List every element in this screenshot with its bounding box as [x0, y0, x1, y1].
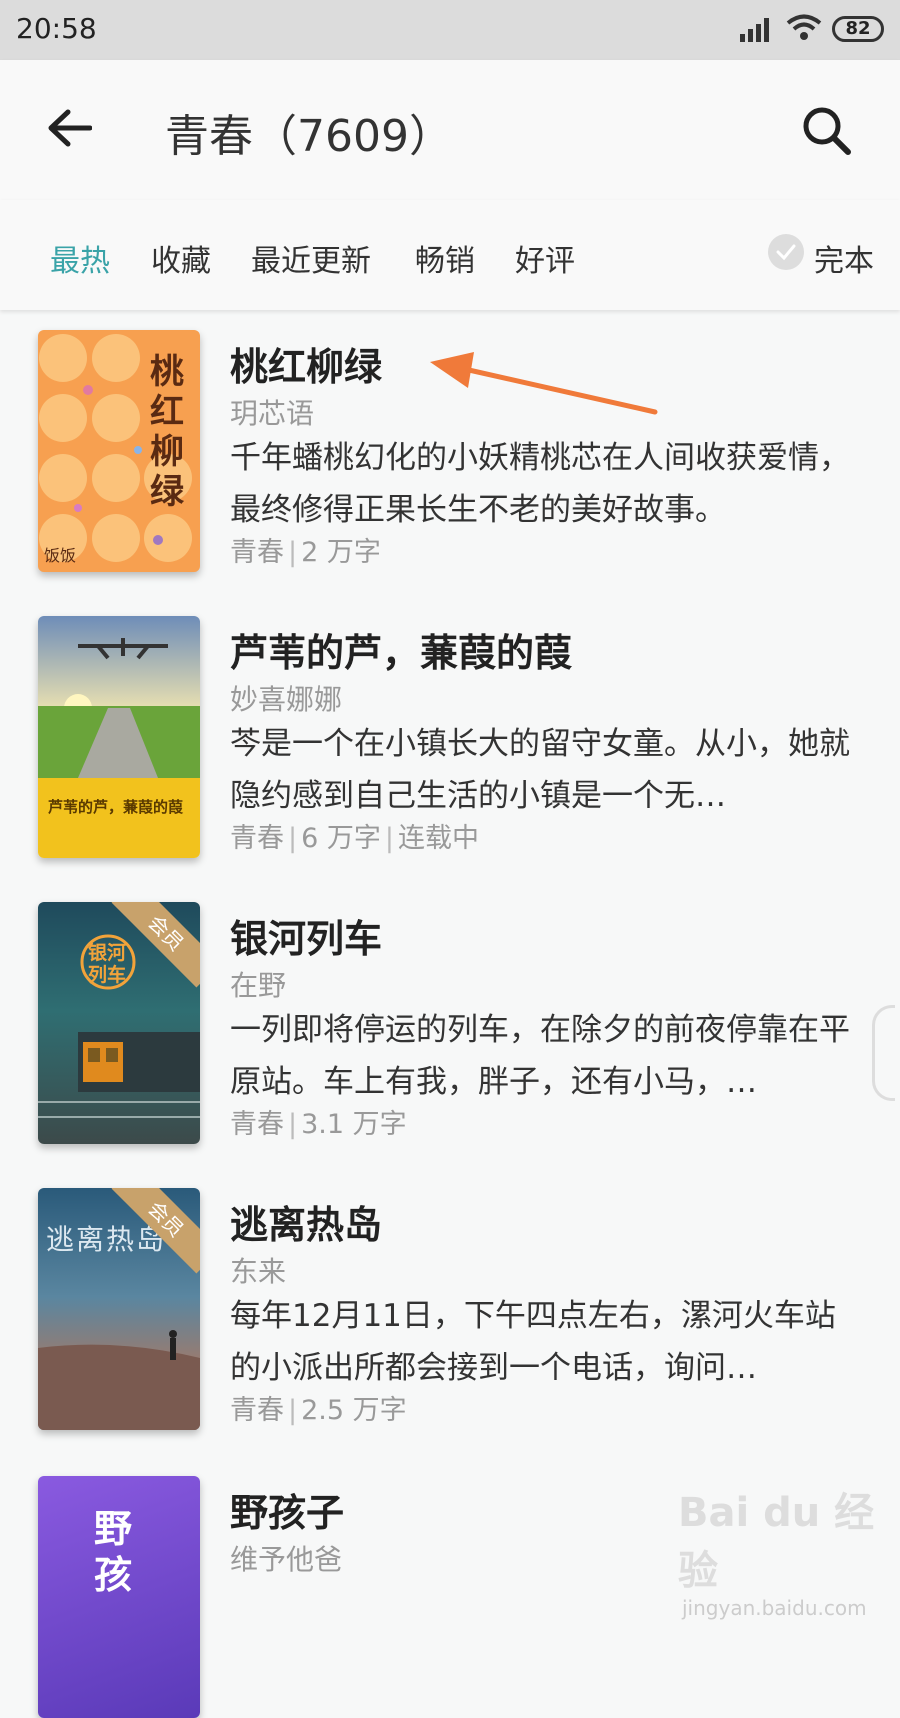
meta-divider: |	[288, 823, 298, 854]
book-meta: 青春 | 3.1 万字	[230, 1102, 407, 1141]
tab-favorites[interactable]: 收藏	[151, 236, 211, 280]
signal-icon	[740, 18, 769, 42]
book-description: 每年12月11日，下午四点左右，漯河火车站的小派出所都会接到一个电话，询问…	[230, 1298, 836, 1386]
book-cover[interactable]: 逃离热岛 会员	[38, 1188, 200, 1430]
tab-top-rated[interactable]: 好评	[515, 236, 575, 280]
tab-hottest[interactable]: 最热	[50, 236, 110, 280]
book-title[interactable]: 逃离热岛	[230, 1194, 382, 1249]
book-category: 青春	[230, 1395, 284, 1426]
complete-checkbox[interactable]	[768, 234, 804, 270]
book-status: 连载中	[397, 823, 479, 854]
book-item[interactable]: 芦苇的芦，蒹葭的葭 芦苇的芦，蒹葭的葭 妙喜娜娜 芩是一个在小镇长大的留守女童。…	[0, 616, 900, 908]
back-arrow-icon[interactable]	[46, 108, 92, 148]
book-author: 在野	[230, 969, 287, 1002]
baidu-watermark: Bai du 经验 jingyan.baidu.com	[678, 1480, 900, 1620]
book-title[interactable]: 芦苇的芦，蒹葭的葭	[230, 622, 572, 677]
cover-title: 芦苇的芦，蒹葭的葭	[48, 798, 184, 816]
book-title[interactable]: 银河列车	[230, 908, 382, 963]
book-author: 东来	[230, 1255, 287, 1288]
meta-divider: |	[288, 1395, 298, 1426]
sort-bar: 最热 收藏 最近更新 畅销 好评 完本	[0, 200, 900, 310]
book-meta: 青春 | 2.5 万字	[230, 1388, 407, 1427]
check-icon	[776, 244, 796, 261]
annotation-arrow-icon	[430, 352, 658, 415]
book-category: 青春	[230, 1109, 284, 1140]
meta-divider: |	[384, 823, 394, 854]
wifi-icon	[786, 14, 822, 40]
book-author: 玥芯语	[230, 397, 315, 430]
book-meta: 青春 | 6 万字 | 连载中	[230, 816, 479, 855]
meta-divider: |	[288, 1109, 298, 1140]
book-category: 青春	[230, 537, 284, 568]
watermark-brand: Bai du 经验	[678, 1490, 875, 1594]
cover-title: 银河列车	[88, 942, 127, 986]
book-cover[interactable]: 芦苇的芦，蒹葭的葭	[38, 616, 200, 858]
book-author: 维予他爸	[230, 1543, 343, 1576]
book-item[interactable]: 银河列车 会员 银河列车 在野 一列即将停运的列车，在除夕的前夜停靠在平原站。车…	[0, 902, 900, 1194]
book-description: 一列即将停运的列车，在除夕的前夜停靠在平原站。车上有我，胖子，还有小马，…	[230, 1012, 850, 1100]
meta-divider: |	[288, 537, 298, 568]
book-description: 芩是一个在小镇长大的留守女童。从小，她就隐约感到自己生活的小镇是一个无…	[230, 726, 850, 814]
book-item[interactable]: 逃离热岛 会员 逃离热岛 东来 每年12月11日，下午四点左右，漯河火车站的小派…	[0, 1188, 900, 1480]
cover-title: 桃红柳绿	[150, 352, 184, 512]
book-word-count: 3.1 万字	[301, 1109, 407, 1140]
book-category: 青春	[230, 823, 284, 854]
side-scroll-handle[interactable]	[872, 1005, 895, 1101]
battery-icon: 82	[832, 16, 884, 42]
battery-level: 82	[845, 18, 871, 39]
book-meta: 青春 | 2 万字	[230, 530, 381, 569]
status-time: 20:58	[16, 12, 97, 45]
search-icon[interactable]	[800, 104, 852, 156]
cover-title: 野孩	[94, 1507, 133, 1597]
book-cover[interactable]: 桃红柳绿 饭饭	[38, 330, 200, 572]
page-title: 青春（7609）	[165, 111, 453, 162]
road-plane-illustration	[38, 616, 200, 858]
book-description: 千年蟠桃幻化的小妖精桃芯在人间收获爱情，最终修得正果长生不老的美好故事。	[230, 440, 850, 528]
tab-bestseller[interactable]: 畅销	[415, 236, 475, 280]
complete-filter-label[interactable]: 完本	[814, 236, 874, 280]
book-title[interactable]: 桃红柳绿	[230, 336, 382, 391]
header-bar: 青春（7609）	[0, 60, 900, 200]
book-word-count: 2 万字	[301, 537, 381, 568]
status-bar: 20:58 82	[0, 0, 900, 60]
book-cover[interactable]: 银河列车 会员	[38, 902, 200, 1144]
book-cover[interactable]: 野孩	[38, 1476, 200, 1718]
book-title[interactable]: 野孩子	[230, 1482, 344, 1537]
cover-publisher: 饭饭	[44, 546, 77, 565]
tab-recent-update[interactable]: 最近更新	[251, 236, 371, 280]
book-word-count: 6 万字	[301, 823, 381, 854]
book-word-count: 2.5 万字	[301, 1395, 407, 1426]
book-author: 妙喜娜娜	[230, 683, 343, 716]
